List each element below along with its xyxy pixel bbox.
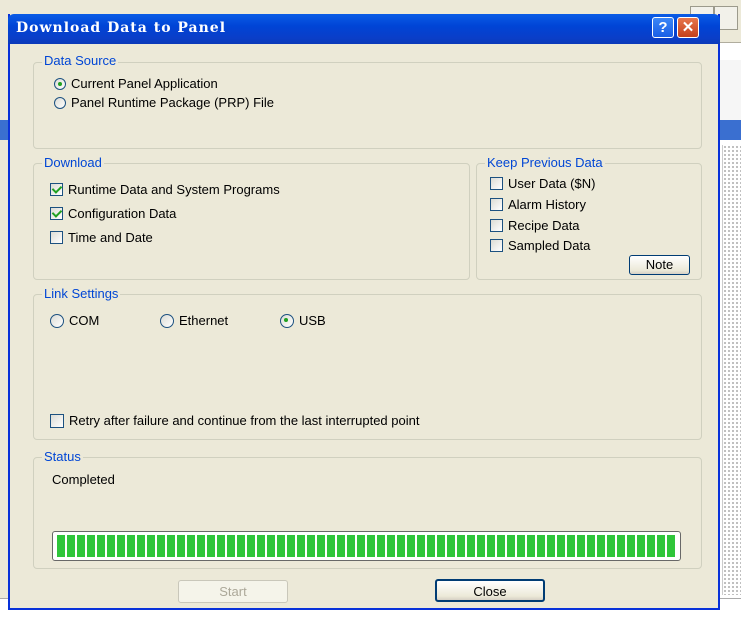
checkbox-user-data[interactable]: User Data ($N) — [490, 176, 595, 191]
help-icon: ? — [658, 19, 668, 36]
status-text: Completed — [52, 472, 115, 487]
checkbox-retry-after-failure[interactable]: Retry after failure and continue from th… — [50, 413, 419, 428]
checkbox-label: Configuration Data — [68, 206, 177, 221]
radio-label: Current Panel Application — [71, 76, 218, 91]
radio-icon[interactable] — [50, 313, 64, 328]
checkbox-recipe-data[interactable]: Recipe Data — [490, 218, 580, 233]
close-icon: ✕ — [681, 19, 695, 36]
start-button[interactable]: Start — [178, 580, 288, 603]
checkbox-label: Sampled Data — [508, 238, 591, 253]
checkbox-icon[interactable] — [50, 231, 63, 244]
checkbox-alarm-history[interactable]: Alarm History — [490, 197, 586, 212]
radio-com[interactable]: COM — [50, 313, 99, 328]
checkbox-icon[interactable] — [490, 198, 503, 211]
checkbox-label: Runtime Data and System Programs — [68, 182, 280, 197]
radio-usb[interactable]: USB — [280, 313, 326, 328]
radio-ethernet[interactable]: Ethernet — [160, 313, 228, 328]
checkbox-configuration-data[interactable]: Configuration Data — [50, 206, 176, 221]
checkbox-runtime-data[interactable]: Runtime Data and System Programs — [50, 182, 280, 197]
checkbox-label: Recipe Data — [508, 218, 580, 233]
radio-current-panel-application[interactable]: Current Panel Application — [54, 76, 218, 91]
download-group — [33, 163, 470, 280]
checkbox-icon[interactable] — [50, 413, 64, 428]
checkbox-time-and-date[interactable]: Time and Date — [50, 230, 153, 245]
radio-label: USB — [299, 313, 326, 328]
status-legend: Status — [42, 449, 83, 464]
download-legend: Download — [42, 155, 104, 170]
checkbox-label: Retry after failure and continue from th… — [69, 413, 420, 428]
progress-bar — [52, 531, 681, 561]
radio-icon[interactable] — [54, 96, 66, 109]
checkbox-icon[interactable] — [490, 239, 503, 252]
checkbox-label: Alarm History — [508, 197, 587, 212]
radio-label: COM — [69, 313, 100, 328]
checkbox-sampled-data[interactable]: Sampled Data — [490, 238, 590, 253]
radio-icon[interactable] — [160, 313, 174, 328]
help-button[interactable]: ? — [652, 17, 674, 38]
link-settings-legend: Link Settings — [42, 286, 121, 301]
close-window-button[interactable]: ✕ — [677, 17, 699, 38]
checkbox-label: Time and Date — [68, 230, 153, 245]
radio-label: Ethernet — [179, 313, 229, 328]
dialog-title: Download Data to Panel — [16, 20, 227, 36]
radio-icon[interactable] — [54, 77, 66, 90]
close-button[interactable]: Close — [435, 579, 545, 602]
checkbox-label: User Data ($N) — [508, 176, 596, 191]
checkbox-icon[interactable] — [490, 177, 503, 190]
keep-previous-data-legend: Keep Previous Data — [485, 155, 605, 170]
checkbox-icon[interactable] — [50, 183, 63, 196]
progress-bar-fill — [57, 535, 676, 557]
background-grid-canvas — [722, 145, 741, 595]
radio-label: Panel Runtime Package (PRP) File — [71, 95, 275, 110]
checkbox-icon[interactable] — [490, 219, 503, 232]
radio-icon[interactable] — [280, 313, 294, 328]
radio-prp-file[interactable]: Panel Runtime Package (PRP) File — [54, 95, 274, 110]
data-source-legend: Data Source — [42, 53, 119, 68]
background-ruler — [718, 60, 741, 120]
checkbox-icon[interactable] — [50, 207, 63, 220]
note-button[interactable]: Note — [629, 255, 690, 275]
